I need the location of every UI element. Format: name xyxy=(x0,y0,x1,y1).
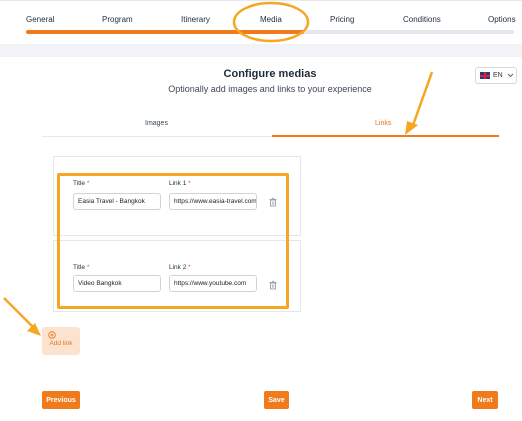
add-link-label: Add link xyxy=(49,340,73,347)
save-button[interactable]: Save xyxy=(264,391,289,409)
arrow-to-add-link xyxy=(3,297,41,336)
page-title: Configure medias xyxy=(223,68,317,80)
configure-medias-page: General Program Itinerary Media Pricing … xyxy=(0,0,522,421)
tab-images[interactable]: Images xyxy=(145,120,168,127)
header-band xyxy=(0,44,522,57)
next-button[interactable]: Next xyxy=(472,391,498,409)
language-selector[interactable]: EN xyxy=(475,67,517,84)
previous-button[interactable]: Previous xyxy=(42,391,80,409)
language-label: EN xyxy=(493,72,503,79)
tab-active-indicator xyxy=(272,135,499,137)
tab-links[interactable]: Links xyxy=(375,120,391,127)
uk-flag-icon xyxy=(480,72,490,79)
page-subtitle: Optionally add images and links to your … xyxy=(168,84,372,94)
media-highlight-ellipse xyxy=(232,1,310,43)
plus-circle-icon xyxy=(48,331,56,339)
chevron-down-icon xyxy=(507,73,514,78)
arrow-to-links-tab xyxy=(405,71,434,135)
links-highlight-box xyxy=(57,173,289,309)
add-link-button[interactable]: Add link xyxy=(42,327,80,355)
